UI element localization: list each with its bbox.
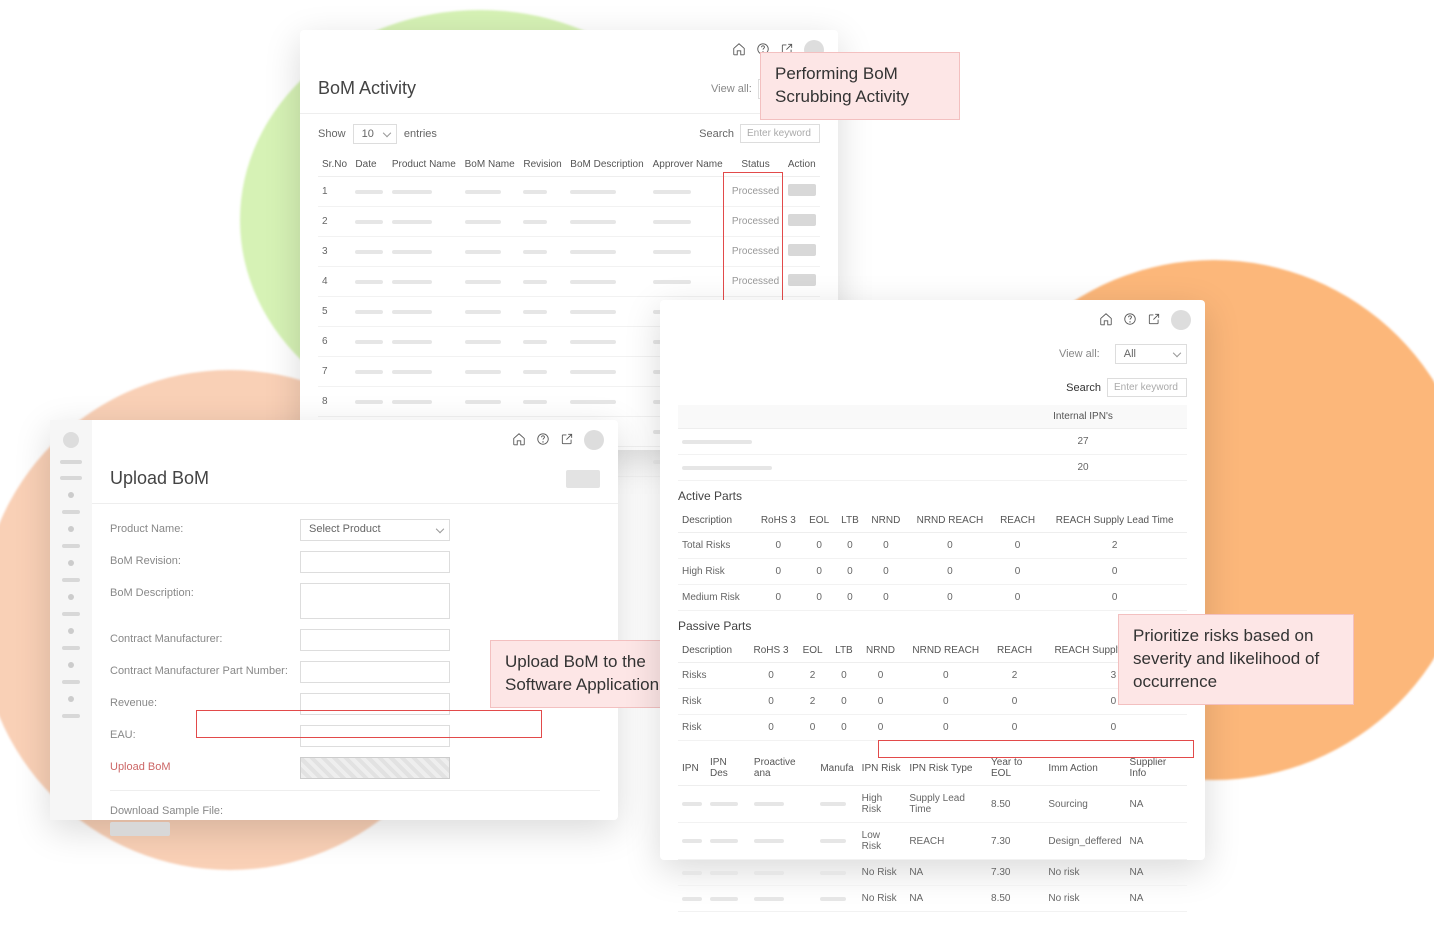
table-row: Risks0200023 — [678, 663, 1187, 689]
home-icon[interactable] — [512, 432, 526, 449]
action-button[interactable] — [788, 274, 816, 286]
revenue-input[interactable] — [300, 693, 450, 715]
viewall-label: View all: — [1059, 348, 1100, 360]
revision-label: BoM Revision: — [110, 551, 300, 567]
cm-input[interactable] — [300, 629, 450, 651]
table-row: Medium Risk0000000 — [678, 585, 1187, 611]
table-row: High RiskSupply Lead Time8.50SourcingNA — [678, 786, 1187, 823]
risk-detail-table: IPNIPN DesProactive anaManufaIPN RiskIPN… — [678, 751, 1187, 912]
table-row: No RiskNA7.30No riskNA — [678, 860, 1187, 886]
description-label: BoM Description: — [110, 583, 300, 599]
page-title: BoM Activity — [318, 78, 416, 99]
table-row: 1Processed — [318, 177, 820, 207]
table-row: 2Processed — [318, 207, 820, 237]
table-row: 4Processed — [318, 267, 820, 297]
active-parts-table: DescriptionRoHS 3EOLLTBNRNDNRND REACHREA… — [678, 509, 1187, 611]
external-link-icon[interactable] — [560, 432, 574, 449]
search-label: Search — [1066, 382, 1101, 394]
revision-input[interactable] — [300, 551, 450, 573]
cm-label: Contract Manufacturer: — [110, 629, 300, 645]
home-icon[interactable] — [1099, 312, 1113, 329]
product-select[interactable]: Select Product — [300, 519, 450, 541]
sidebar — [50, 420, 92, 820]
topbar — [300, 30, 838, 70]
table-row: High Risk0000000 — [678, 559, 1187, 585]
table-row: Risk0200000 — [678, 689, 1187, 715]
passive-parts-table: DescriptionRoHS 3EOLLTBNRNDNRND REACHREA… — [678, 639, 1187, 741]
callout-scrubbing: Performing BoM Scrubbing Activity — [760, 52, 960, 120]
callout-risks: Prioritize risks based on severity and l… — [1118, 614, 1354, 705]
viewall-label: View all: — [711, 83, 752, 95]
search-label: Search — [699, 128, 734, 140]
action-button[interactable] — [788, 184, 816, 196]
table-row: Risk0000000 — [678, 715, 1187, 741]
eau-input[interactable] — [300, 725, 450, 747]
risk-card: View all: All Search Enter keyword Inter… — [660, 300, 1205, 860]
avatar[interactable] — [584, 430, 604, 450]
revenue-label: Revenue: — [110, 693, 300, 709]
table-row: Total Risks0000002 — [678, 533, 1187, 559]
eau-label: EAU: — [110, 725, 300, 741]
upload-bom-card: Upload BoM Product Name:Select Product B… — [50, 420, 618, 820]
product-label: Product Name: — [110, 519, 300, 535]
help-icon[interactable] — [536, 432, 550, 449]
entries-control: Show 10 entries — [318, 128, 437, 140]
description-input[interactable] — [300, 583, 450, 619]
avatar[interactable] — [1171, 310, 1191, 330]
external-link-icon[interactable] — [1147, 312, 1161, 329]
upload-bom-label: Upload BoM — [110, 757, 300, 773]
action-button[interactable] — [788, 214, 816, 226]
home-icon[interactable] — [732, 42, 746, 59]
table-row: Low RiskREACH7.30Design_defferedNA — [678, 823, 1187, 860]
action-button[interactable] — [788, 244, 816, 256]
title-action-button[interactable] — [566, 470, 600, 488]
table-row: 3Processed — [318, 237, 820, 267]
help-icon[interactable] — [1123, 312, 1137, 329]
page-title: Upload BoM — [110, 468, 209, 489]
cmpn-input[interactable] — [300, 661, 450, 683]
download-link[interactable] — [110, 822, 170, 836]
cmpn-label: Contract Manufacturer Part Number: — [110, 661, 300, 677]
viewall-select[interactable]: All — [1115, 344, 1187, 364]
summary-table: Internal IPN's 27 20 — [678, 405, 1187, 481]
active-parts-title: Active Parts — [660, 481, 1205, 509]
upload-bom-field[interactable] — [300, 757, 450, 779]
search-input[interactable]: Enter keyword — [1107, 378, 1187, 397]
table-row: No RiskNA8.50No riskNA — [678, 886, 1187, 912]
search-input[interactable]: Enter keyword — [740, 124, 820, 143]
download-label: Download Sample File: — [110, 801, 300, 817]
entries-select[interactable]: 10 — [353, 124, 397, 144]
